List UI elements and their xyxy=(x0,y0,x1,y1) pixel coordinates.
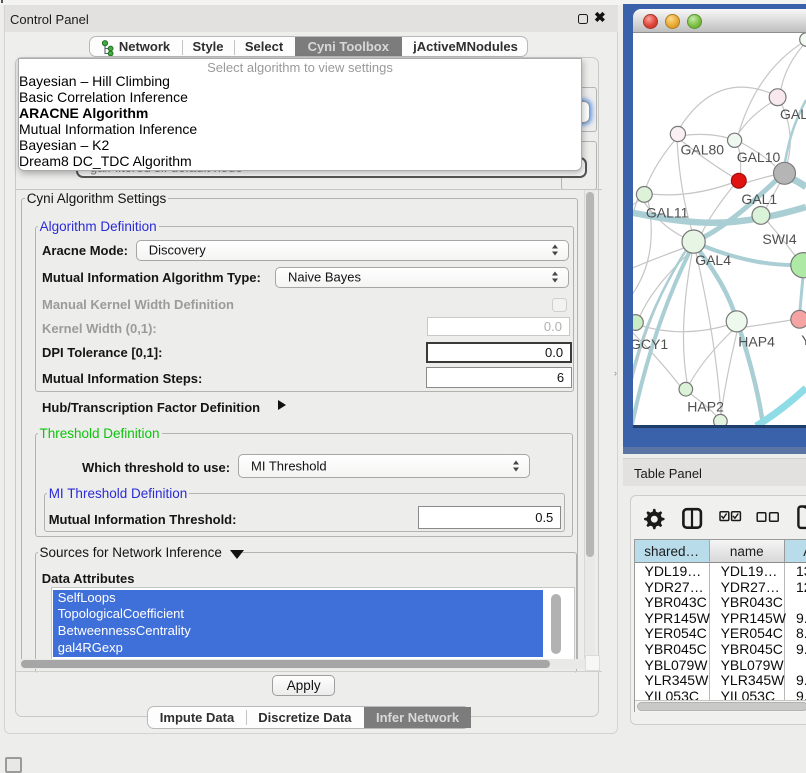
svg-text:GAL1: GAL1 xyxy=(741,191,777,207)
svg-text:GAL11: GAL11 xyxy=(646,205,689,221)
svg-text:GAL7: GAL7 xyxy=(780,106,806,122)
svg-text:GAL4: GAL4 xyxy=(695,252,731,268)
svg-text:HAP4: HAP4 xyxy=(738,334,775,350)
svg-text:HAP2: HAP2 xyxy=(687,399,724,415)
svg-text:GAL80: GAL80 xyxy=(681,142,725,158)
svg-text:SWI4: SWI4 xyxy=(762,231,796,247)
svg-text:GAL10: GAL10 xyxy=(737,149,781,165)
svg-text:GCY1: GCY1 xyxy=(633,336,668,352)
svg-text:Y: Y xyxy=(801,332,806,348)
